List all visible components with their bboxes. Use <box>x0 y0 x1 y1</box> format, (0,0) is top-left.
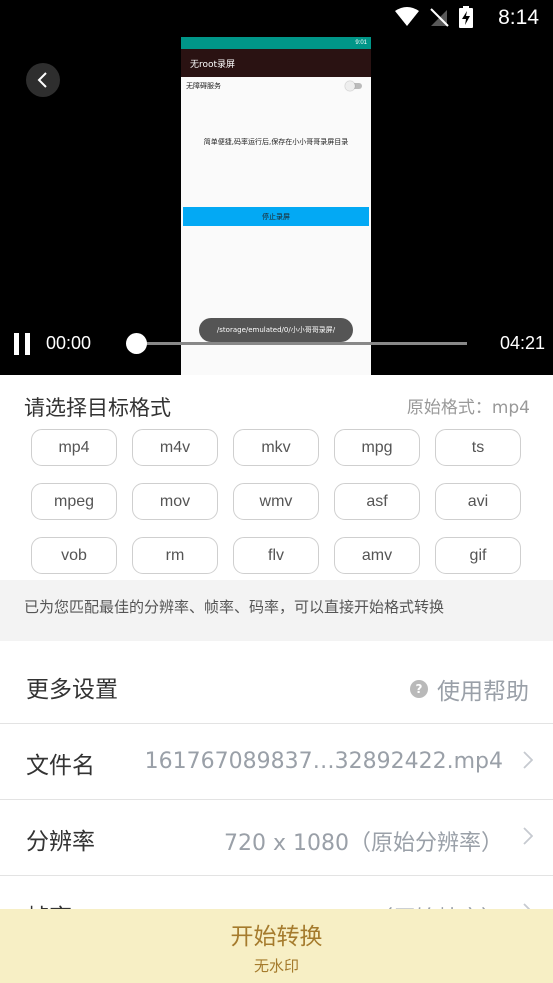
format-option-wmv[interactable]: wmv <box>233 483 319 520</box>
format-option-mov[interactable]: mov <box>132 483 218 520</box>
preview-service-row: 无障碍服务 <box>181 77 371 95</box>
status-bar: 8:14 <box>0 0 553 38</box>
preview-app-title: 无root录屏 <box>181 49 371 77</box>
more-settings-row: 更多设置 ? 使用帮助 <box>0 648 553 724</box>
format-option-flv[interactable]: flv <box>233 537 319 574</box>
preview-description: 简单便捷,码率运行后,保存在小小哥哥录屏目录 <box>203 138 349 146</box>
preview-status-bar: 9:01 <box>181 37 371 49</box>
format-option-mp4[interactable]: mp4 <box>31 429 117 466</box>
battery-charging-icon <box>459 6 473 28</box>
format-option-avi[interactable]: avi <box>435 483 521 520</box>
format-option-mpeg[interactable]: mpeg <box>31 483 117 520</box>
file-name-value: 161767089837…32892422.mp4 <box>144 749 503 774</box>
pause-button[interactable] <box>14 333 32 355</box>
no-watermark-label: 无水印 <box>253 956 299 975</box>
chevron-left-icon <box>37 72 47 88</box>
resolution-row[interactable]: 分辨率 720 x 1080（原始分辨率） <box>0 800 553 876</box>
format-option-mkv[interactable]: mkv <box>233 429 319 466</box>
format-option-mpg[interactable]: mpg <box>334 429 420 466</box>
preview-stop-button: 停止录屏 <box>183 207 369 226</box>
original-format: 原始格式：mp4 <box>406 398 530 418</box>
format-options: mp4 m4v mkv mpg ts mpeg mov wmv asf avi vob rm flv am… <box>31 429 523 574</box>
seek-bar[interactable] <box>136 342 467 345</box>
format-option-asf[interactable]: asf <box>334 483 420 520</box>
format-option-vob[interactable]: vob <box>31 537 117 574</box>
format-option-rm[interactable]: rm <box>132 537 218 574</box>
resolution-value: 720 x 1080（原始分辨率） <box>224 831 503 856</box>
help-link[interactable]: ? 使用帮助 <box>410 672 529 706</box>
status-icons <box>395 6 473 28</box>
help-icon: ? <box>410 680 428 698</box>
screen: 8:14 9:01 无root录屏 无障碍服务 简单便捷,码率运行后,保存在小小… <box>0 0 553 983</box>
more-settings-label: 更多设置 <box>26 677 118 703</box>
preview-toast: /storage/emulated/0/小小哥哥录屏/ <box>199 318 353 342</box>
match-note: 已为您匹配最佳的分辨率、帧率、码率，可以直接开始格式转换 <box>0 580 553 641</box>
start-convert-button[interactable]: 开始转换 无水印 <box>0 909 553 983</box>
back-button[interactable] <box>26 63 60 97</box>
file-name-row[interactable]: 文件名 161767089837…32892422.mp4 <box>0 724 553 800</box>
status-time: 8:14 <box>498 6 539 29</box>
preview-service-label: 无障碍服务 <box>186 82 221 90</box>
format-option-ts[interactable]: ts <box>435 429 521 466</box>
start-convert-label: 开始转换 <box>230 923 323 950</box>
resolution-label: 分辨率 <box>26 829 95 855</box>
video-player[interactable]: 8:14 9:01 无root录屏 无障碍服务 简单便捷,码率运行后,保存在小小… <box>0 0 553 375</box>
no-signal-icon <box>430 8 449 27</box>
total-time: 04:21 <box>499 333 545 353</box>
chevron-right-icon <box>523 751 533 769</box>
format-option-amv[interactable]: amv <box>334 537 420 574</box>
video-frame-preview: 9:01 无root录屏 无障碍服务 简单便捷,码率运行后,保存在小小哥哥录屏目… <box>181 37 371 375</box>
preview-toggle <box>345 81 362 91</box>
preview-status-time: 9:01 <box>355 40 367 46</box>
wifi-icon <box>395 7 419 26</box>
current-time: 00:00 <box>46 333 92 353</box>
help-label: 使用帮助 <box>437 679 529 705</box>
format-option-m4v[interactable]: m4v <box>132 429 218 466</box>
chevron-right-icon <box>523 827 533 845</box>
file-name-label: 文件名 <box>26 753 95 779</box>
format-option-gif[interactable]: gif <box>435 537 521 574</box>
seek-thumb[interactable] <box>126 333 147 354</box>
format-section-title: 请选择目标格式 <box>24 396 171 420</box>
